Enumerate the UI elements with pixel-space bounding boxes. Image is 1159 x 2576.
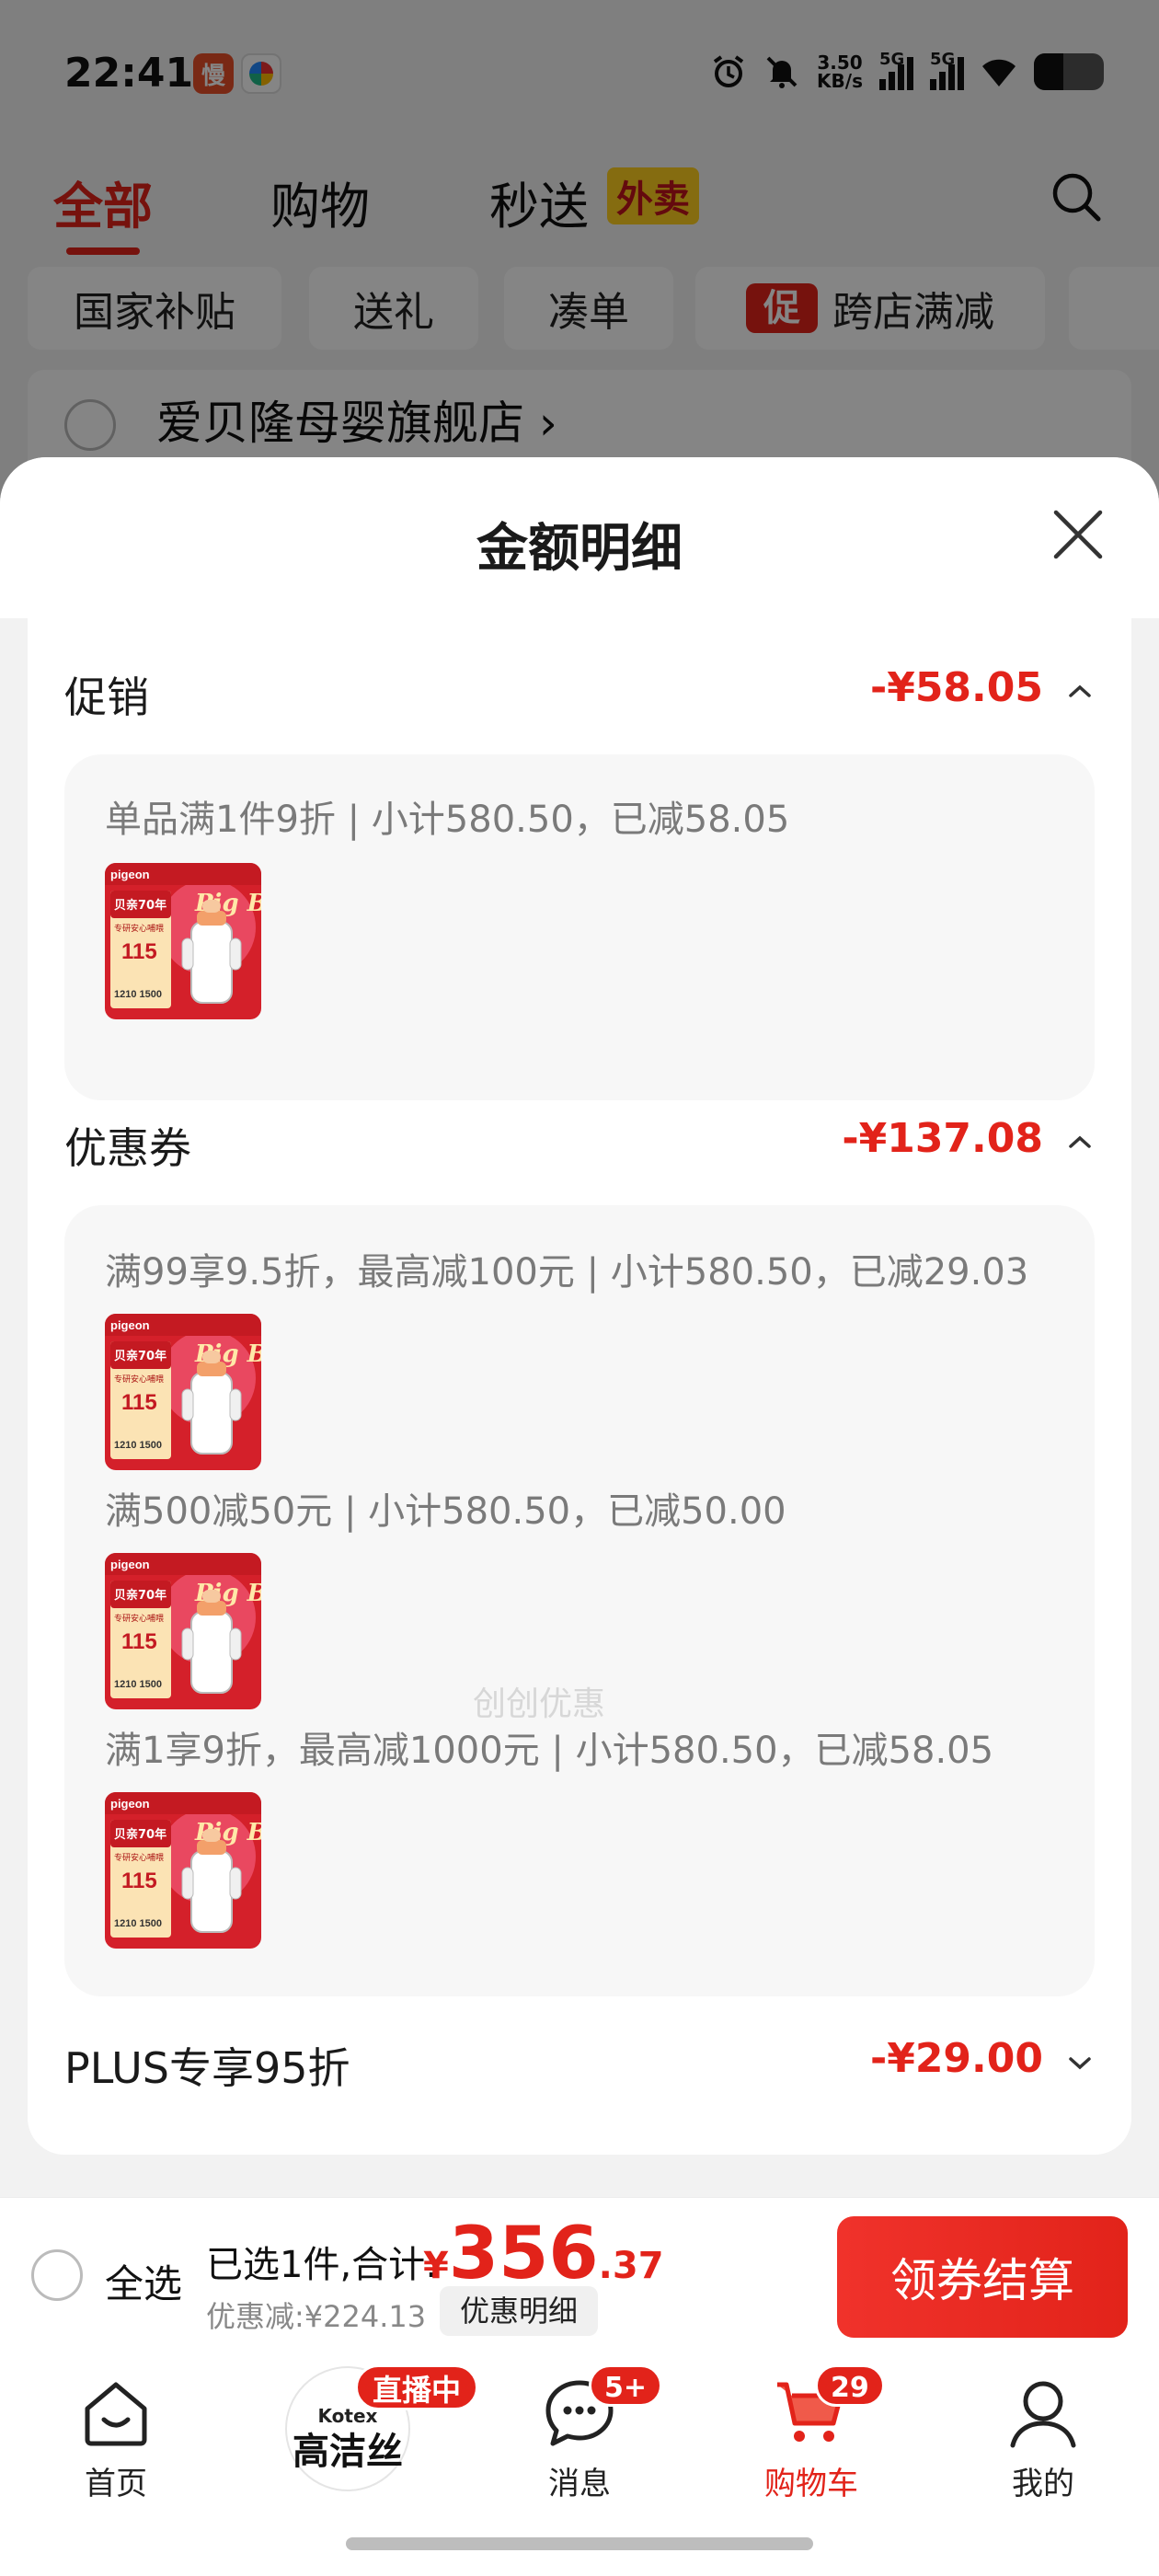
section-title: 优惠券 — [64, 1123, 191, 1173]
svg-text:1210 1500: 1210 1500 — [114, 1679, 162, 1690]
filter-chips: 国家补贴 送礼 凑单 促跨店满减 — [28, 267, 1159, 350]
svg-text:pigeon: pigeon — [110, 1797, 150, 1811]
section-title: 促销 — [64, 673, 149, 722]
user-icon — [1010, 2381, 1076, 2448]
cart-badge: 29 — [815, 2364, 885, 2407]
section-amount: -¥29.00 — [869, 2035, 1043, 2082]
svg-text:pigeon: pigeon — [110, 868, 150, 881]
detail-card: 促销 -¥58.05 单品满1件9折 | 小计580.50，已减58.05 pi… — [28, 618, 1131, 2155]
status-bar: 22:41 慢 3.50 KB/s 5G 5G — [0, 37, 1159, 118]
close-icon[interactable] — [1050, 507, 1106, 562]
coupon-rule: 满99享9.5折，最高减100元 | 小计580.50，已减29.03 — [105, 1251, 1029, 1294]
coupons-panel: 满99享9.5折，最高减100元 | 小计580.50，已减29.03 pige… — [64, 1205, 1095, 1996]
alarm-icon — [713, 55, 744, 87]
svg-text:贝亲70年: 贝亲70年 — [114, 1827, 166, 1842]
tab-all[interactable]: 全部 — [53, 166, 153, 255]
svg-text:专研安心哺喂: 专研安心哺喂 — [114, 1613, 164, 1624]
svg-text:专研安心哺喂: 专研安心哺喂 — [114, 1374, 164, 1385]
home-icon — [85, 2382, 147, 2446]
status-time: 22:41 — [64, 50, 194, 97]
svg-text:贝亲70年: 贝亲70年 — [114, 898, 166, 913]
section-promotion[interactable]: 促销 -¥58.05 — [64, 657, 1095, 730]
chevron-down-icon[interactable] — [1065, 2048, 1095, 2077]
battery-icon — [1034, 53, 1104, 90]
product-thumbnail[interactable]: pigeon Pig Bon 贝亲70年 专研安心哺喂 115 1210 150… — [105, 1553, 261, 1709]
section-amount: -¥58.05 — [869, 664, 1043, 711]
notification-app-icon: 慢 — [193, 53, 234, 94]
svg-text:1210 1500: 1210 1500 — [114, 989, 162, 1000]
messages-badge: 5+ — [589, 2364, 663, 2407]
product-thumbnail[interactable]: pigeon Pig Bon 贝亲70年 专研安心哺喂 115 1210 150… — [105, 1314, 261, 1470]
signal-1-icon: 5G — [879, 50, 913, 90]
coupon-rule: 满500减50元 | 小计580.50，已减50.00 — [105, 1490, 786, 1533]
system-icons: 3.50 KB/s 5G 5G — [710, 50, 1104, 92]
checkout-button[interactable]: 领券结算 — [837, 2216, 1128, 2338]
svg-text:专研安心哺喂: 专研安心哺喂 — [114, 923, 164, 934]
takeout-tag: 外卖 — [607, 167, 699, 224]
signal-2-icon: 5G — [930, 50, 964, 90]
chevron-up-icon[interactable] — [1065, 677, 1095, 707]
selected-summary: 已选1件,合计: — [206, 2244, 438, 2286]
chip-add-on[interactable]: 凑单 — [504, 267, 673, 350]
sheet-title: 金额明细 — [476, 519, 683, 579]
section-title: PLUS专享95折 — [64, 2043, 350, 2093]
home-indicator[interactable] — [346, 2537, 813, 2550]
chip-cross-store[interactable]: 促跨店满减 — [695, 267, 1045, 350]
live-badge: 直播中 — [355, 2364, 479, 2410]
net-speed: 3.50 KB/s — [817, 52, 863, 92]
store-name[interactable]: 爱贝隆母婴旗舰店 › — [156, 386, 557, 453]
chip-national-subsidy[interactable]: 国家补贴 — [28, 267, 281, 350]
discount-detail-button[interactable]: 优惠明细 — [440, 2286, 599, 2336]
section-amount: -¥137.08 — [842, 1115, 1043, 1162]
mute-icon — [766, 56, 798, 88]
total-price: ¥356.37 — [423, 2213, 664, 2295]
checkout-bar: 全选 已选1件,合计: ¥356.37 优惠减:¥224.13 优惠明细 领券结… — [0, 2197, 1159, 2355]
product-thumbnail[interactable]: pigeon Pig Bon 贝亲70年 专研安心哺喂 115 1210 150… — [105, 863, 261, 1019]
tab-shopping[interactable]: 购物 — [270, 166, 370, 238]
search-icon[interactable] — [1049, 169, 1104, 224]
chevron-up-icon[interactable] — [1065, 1128, 1095, 1157]
notification-app-icon-2 — [241, 53, 281, 94]
svg-text:pigeon: pigeon — [110, 1318, 150, 1332]
svg-text:专研安心哺喂: 专研安心哺喂 — [114, 1852, 164, 1863]
svg-text:贝亲70年: 贝亲70年 — [114, 1349, 166, 1363]
svg-text:贝亲70年: 贝亲70年 — [114, 1588, 166, 1603]
discount-total: 优惠减:¥224.13 — [206, 2299, 427, 2334]
coupon-rule: 满1享9折，最高减1000元 | 小计580.50，已减58.05 — [105, 1730, 994, 1772]
chip-gift[interactable]: 送礼 — [309, 267, 478, 350]
watermark: 创创优惠 — [473, 1685, 606, 1723]
svg-text:115: 115 — [121, 1629, 157, 1654]
chip-more[interactable] — [1069, 267, 1159, 350]
select-all-label[interactable]: 全选 — [105, 2253, 182, 2309]
top-tabs: 全部 购物 秒送 外卖 — [0, 156, 1159, 255]
tab-instant[interactable]: 秒送 — [489, 166, 589, 238]
svg-text:115: 115 — [121, 1390, 157, 1415]
chevron-right-icon: › — [538, 397, 557, 450]
promotion-panel: 单品满1件9折 | 小计580.50，已减58.05 pigeon Pig Bo… — [64, 754, 1095, 1100]
svg-text:115: 115 — [121, 939, 157, 964]
section-plus[interactable]: PLUS专享95折 -¥29.00 — [64, 2028, 1095, 2101]
nav-mine[interactable]: 我的 — [970, 2375, 1117, 2513]
select-all-radio[interactable] — [31, 2249, 83, 2301]
promo-icon: 促 — [746, 283, 818, 333]
section-coupons[interactable]: 优惠券 -¥137.08 — [64, 1108, 1095, 1181]
svg-text:115: 115 — [121, 1869, 157, 1893]
store-select-radio[interactable] — [64, 399, 116, 451]
svg-text:pigeon: pigeon — [110, 1558, 150, 1571]
nav-home[interactable]: 首页 — [42, 2375, 189, 2513]
sheet-header: 金额明细 — [0, 457, 1159, 618]
wifi-icon — [982, 59, 1016, 86]
product-thumbnail[interactable]: pigeon Pig Bon 贝亲70年 专研安心哺喂 115 1210 150… — [105, 1792, 261, 1949]
svg-text:1210 1500: 1210 1500 — [114, 1440, 162, 1451]
promotion-rule: 单品满1件9折 | 小计580.50，已减58.05 — [105, 799, 790, 841]
svg-text:1210 1500: 1210 1500 — [114, 1918, 162, 1929]
